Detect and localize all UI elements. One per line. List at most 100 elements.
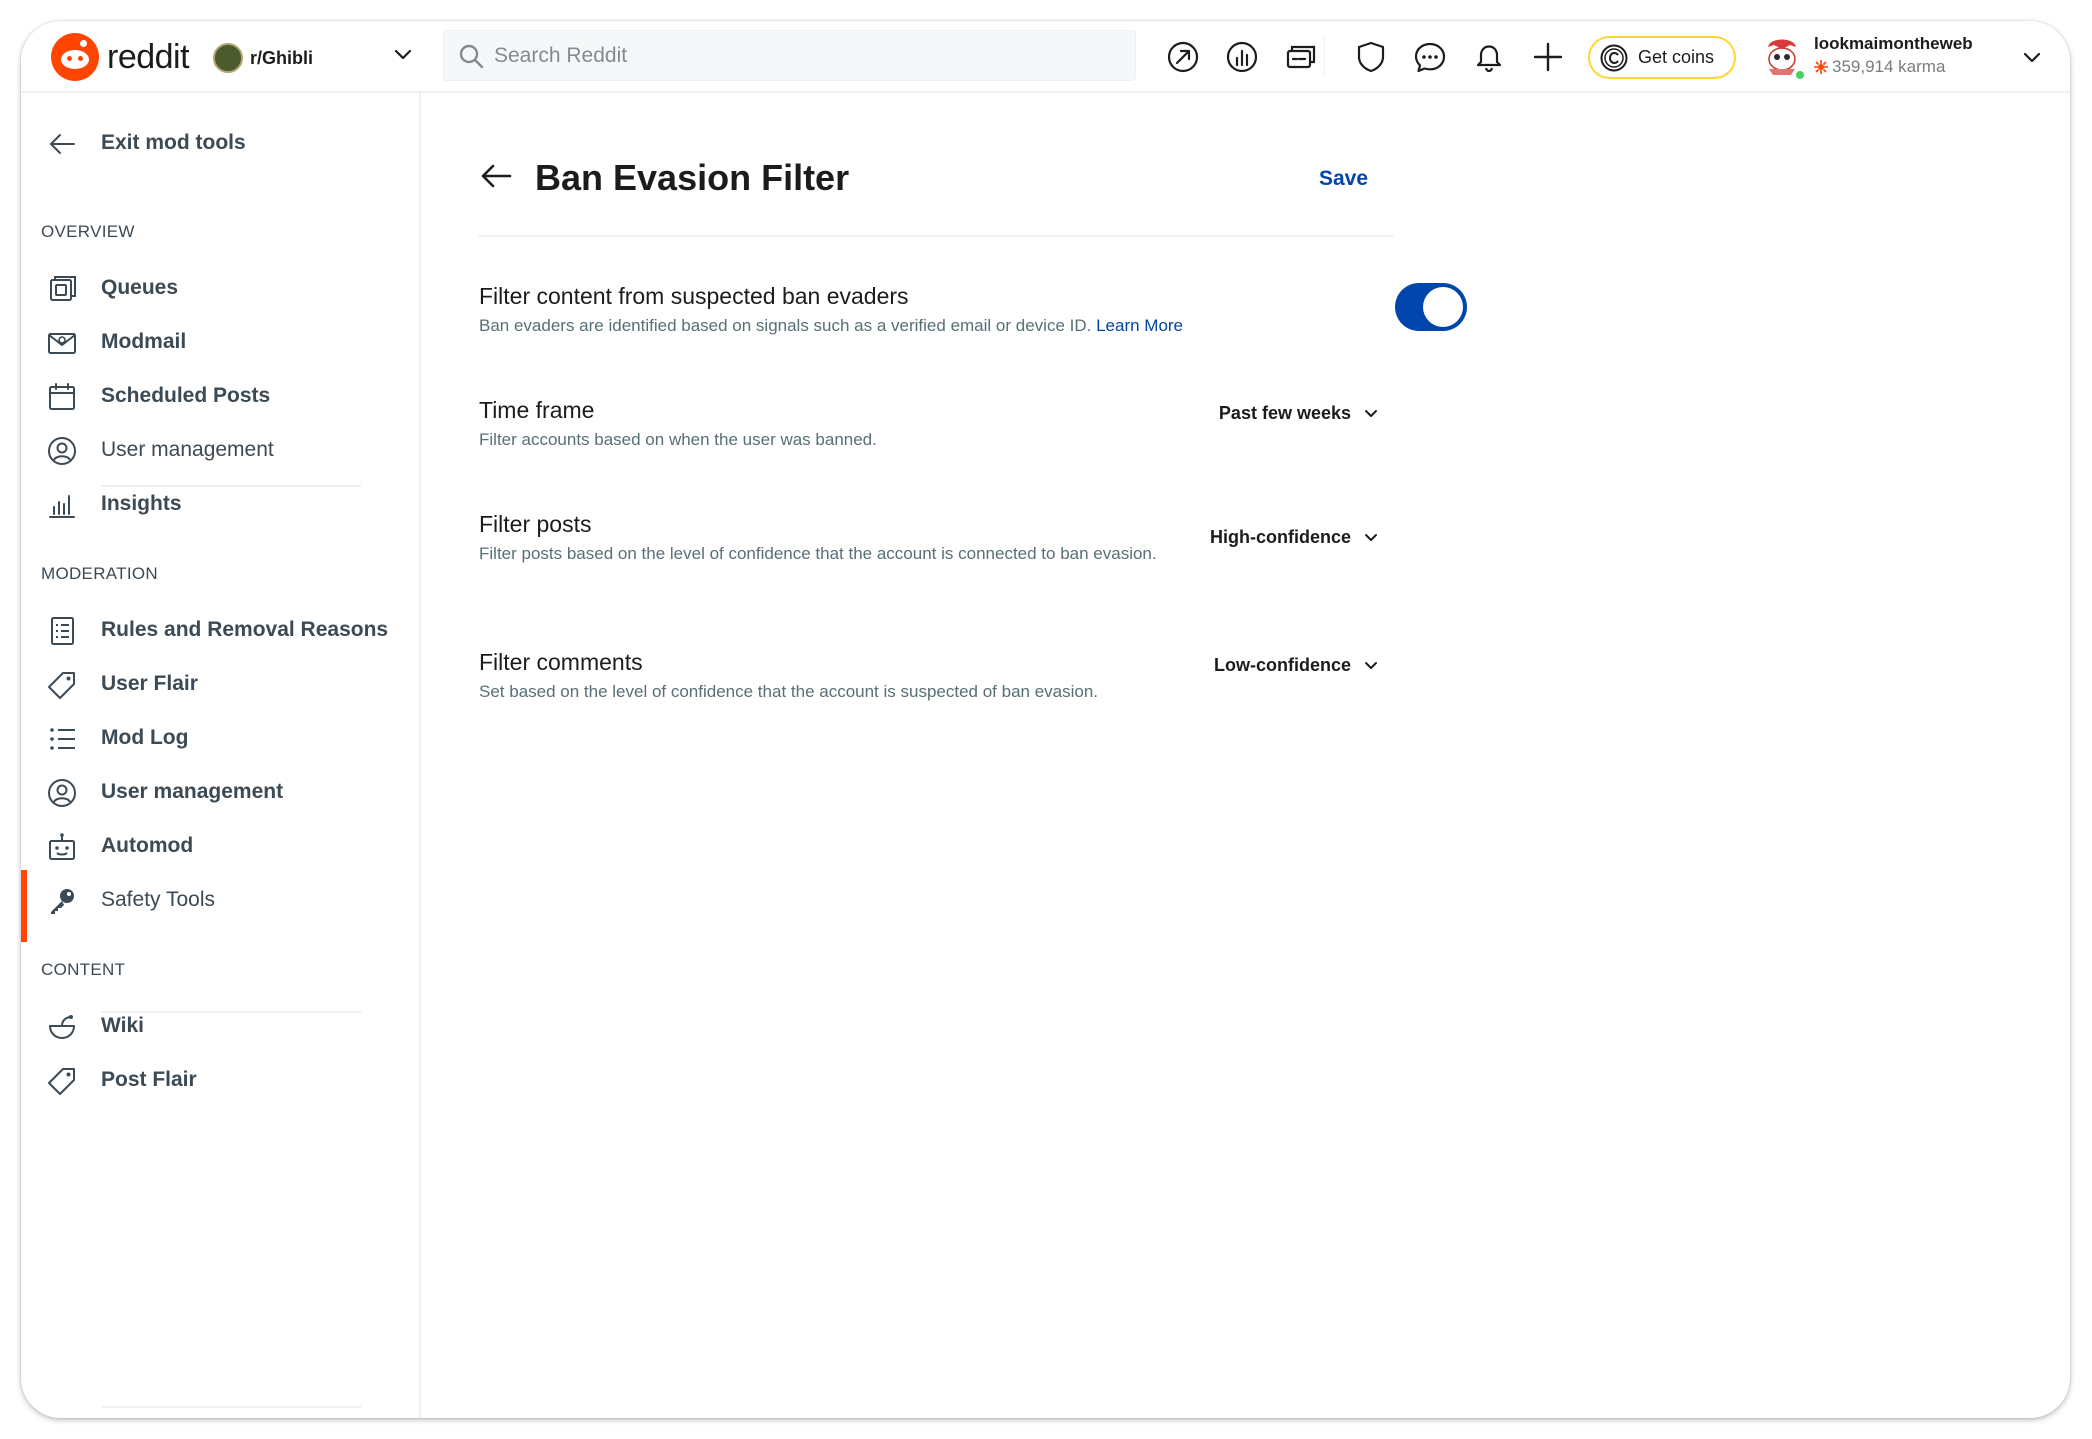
get-coins-button[interactable]: Get coins <box>1588 36 1736 79</box>
dropdown-value: Low-confidence <box>1213 655 1351 675</box>
sidebar-divider <box>101 485 361 487</box>
filter-comments-setting: Filter comments Set based on the level o… <box>479 649 1393 704</box>
toggle-knob <box>1423 287 1463 327</box>
sidebar-item-label: Wiki <box>101 1014 144 1037</box>
ban-evader-filter-setting: Filter content from suspected ban evader… <box>479 283 1467 338</box>
popular-icon[interactable] <box>1166 40 1200 74</box>
sidebar-item-label: Automod <box>101 834 194 857</box>
content-section-title: CONTENT <box>41 960 126 979</box>
get-coins-label: Get coins <box>1638 47 1715 67</box>
save-button[interactable]: Save <box>1319 167 1368 191</box>
community-name: r/Ghibli <box>250 47 313 68</box>
username: lookmaimontheweb <box>1814 34 1973 53</box>
plus-icon[interactable] <box>1531 40 1565 74</box>
tag-icon <box>48 1068 75 1095</box>
chevron-down-icon[interactable] <box>393 48 413 62</box>
sidebar-item-queues[interactable]: Queues <box>21 260 419 316</box>
sidebar-divider <box>101 1406 361 1408</box>
setting-description: Set based on the level of confidence tha… <box>479 682 1099 701</box>
chat-icon[interactable] <box>1413 40 1447 74</box>
user-circle-icon <box>48 779 76 807</box>
search-input[interactable] <box>494 43 1094 68</box>
sidebar-item-label: Insights <box>101 492 182 515</box>
community-avatar <box>213 43 243 73</box>
arrow-left-icon[interactable] <box>479 159 513 193</box>
online-status-dot <box>1794 69 1806 81</box>
sidebar-item-label: User management <box>101 780 284 803</box>
tag-icon <box>48 672 75 699</box>
setting-title: Filter content from suspected ban evader… <box>479 283 909 309</box>
time-frame-dropdown[interactable]: Past few weeks <box>1219 403 1393 424</box>
setting-description: Filter posts based on the level of confi… <box>479 544 1157 563</box>
user-menu[interactable]: lookmaimontheweb 359,914 karma <box>1754 29 2054 85</box>
sidebar-item-label: User Flair <box>101 672 198 695</box>
reddit-snoo-icon <box>51 33 99 81</box>
sidebar-item-label: Queues <box>101 276 179 299</box>
karma-count: 359,914 karma <box>1814 57 1945 77</box>
reddit-logo[interactable]: reddit <box>51 33 190 81</box>
community-switcher[interactable]: r/Ghibli <box>213 43 313 73</box>
sidebar-item-wiki[interactable]: Wiki <box>21 998 419 1054</box>
rules-icon <box>51 617 74 645</box>
karma-text: 359,914 karma <box>1832 57 1946 76</box>
exit-mod-tools-label: Exit mod tools <box>101 131 246 154</box>
shield-icon[interactable] <box>1354 40 1388 74</box>
sidebar-item-label: Scheduled Posts <box>101 384 271 407</box>
moderation-section-title: MODERATION <box>41 564 158 583</box>
list-icon <box>50 728 75 750</box>
sidebar-item-safety-tools[interactable]: Safety Tools <box>21 870 419 942</box>
setting-description: Filter accounts based on when the user w… <box>479 430 877 449</box>
sidebar-item-label: Mod Log <box>101 726 189 749</box>
filter-toggle[interactable] <box>1395 283 1467 331</box>
search-icon <box>459 44 484 68</box>
time-frame-setting: Time frame Filter accounts based on when… <box>479 397 1393 452</box>
sidebar-item-automod[interactable]: Automod <box>21 818 419 874</box>
active-indicator <box>21 870 27 942</box>
setting-description: Ban evaders are identified based on sign… <box>479 314 1393 338</box>
page-title: Ban Evasion Filter <box>535 157 850 198</box>
chevron-down-icon <box>1365 661 1377 669</box>
logo-wordmark: reddit <box>107 37 190 76</box>
karma-icon <box>1814 60 1828 74</box>
learn-more-link[interactable]: Learn More <box>1096 316 1183 335</box>
sidebar-item-modmail[interactable]: Modmail <box>21 314 419 370</box>
sidebar-item-mod-log[interactable]: Mod Log <box>21 710 419 766</box>
exit-mod-tools-link[interactable]: Exit mod tools <box>21 115 419 171</box>
sidebar-item-label: Safety Tools <box>101 888 216 911</box>
wiki-icon <box>49 1015 75 1039</box>
dropdown-value: Past few weeks <box>1218 403 1351 423</box>
chevron-down-icon <box>1365 409 1377 417</box>
sidebar-item-label: User management <box>101 438 274 461</box>
sidebar-item-post-flair[interactable]: Post Flair <box>21 1052 419 1108</box>
arrow-left-icon <box>50 134 75 154</box>
filter-posts-dropdown[interactable]: High-confidence <box>1210 527 1393 548</box>
sidebar-item-label: Modmail <box>101 330 187 353</box>
sidebar-item-user-management-2[interactable]: User management <box>21 764 419 820</box>
sidebar-item-scheduled-posts[interactable]: Scheduled Posts <box>21 368 419 424</box>
filter-posts-setting: Filter posts Filter posts based on the l… <box>479 511 1393 566</box>
sidebar-item-user-flair[interactable]: User Flair <box>21 656 419 712</box>
filter-comments-dropdown[interactable]: Low-confidence <box>1214 655 1393 676</box>
sidebar-item-user-management[interactable]: User management <box>21 422 419 478</box>
coin-icon <box>1600 44 1628 71</box>
notification-icon[interactable] <box>1472 40 1506 74</box>
stats-icon[interactable] <box>1225 40 1259 74</box>
header-divider <box>1324 37 1325 75</box>
sidebar-item-rules[interactable]: Rules and Removal Reasons <box>21 602 419 658</box>
chevron-down-icon <box>1365 533 1377 541</box>
sidebar-item-label: Post Flair <box>101 1068 197 1091</box>
setting-description-text: Ban evaders are identified based on sign… <box>479 316 1092 335</box>
chevron-down-icon[interactable] <box>2022 51 2042 65</box>
mod-tools-sidebar: Exit mod tools OVERVIEW Queues Modmail S… <box>21 93 421 1418</box>
sidebar-item-label: Rules and Removal Reasons <box>101 618 389 641</box>
user-circle-icon <box>48 437 76 465</box>
search-bar[interactable] <box>443 30 1136 81</box>
key-icon <box>51 889 74 914</box>
title-divider <box>479 235 1393 237</box>
main-content: Ban Evasion Filter Save Filter content f… <box>423 93 2070 1418</box>
dropdown-value: High-confidence <box>1209 527 1351 547</box>
queue-icon <box>50 276 76 301</box>
app-window: reddit r/Ghibli Search Reddit Get coins … <box>21 21 2070 1418</box>
top-bar: reddit r/Ghibli Search Reddit Get coins … <box>21 21 2070 93</box>
mod-queue-icon[interactable] <box>1283 40 1317 74</box>
